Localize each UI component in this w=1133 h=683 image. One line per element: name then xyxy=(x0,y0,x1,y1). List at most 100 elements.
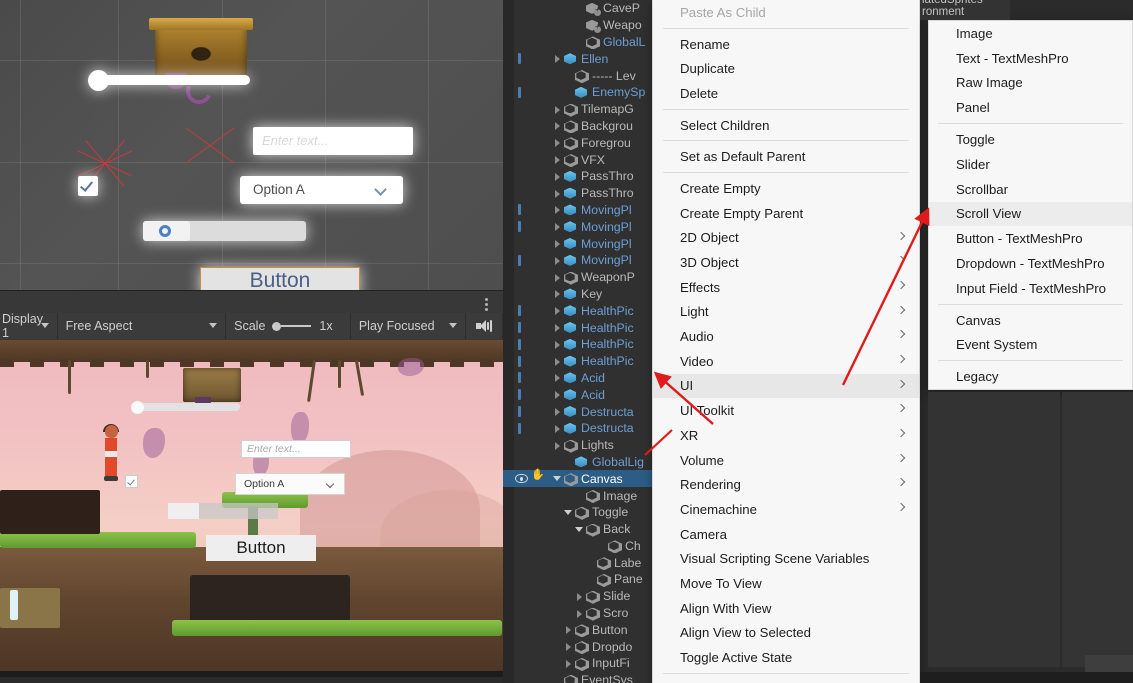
expand-arrow-icon[interactable] xyxy=(553,138,562,148)
hierarchy-row[interactable]: MovingPl xyxy=(503,235,660,252)
game-button[interactable]: Button xyxy=(206,535,316,561)
mute-audio-button[interactable] xyxy=(465,313,503,339)
expand-arrow-icon[interactable] xyxy=(564,625,573,635)
menu-item-align-view-to-selected[interactable]: Align View to Selected xyxy=(653,621,919,646)
hierarchy-row[interactable]: HealthPic xyxy=(503,353,660,370)
menu-item-rename[interactable]: Rename xyxy=(653,32,919,57)
play-mode-dropdown[interactable]: Play Focused xyxy=(350,313,466,339)
menu-item-video[interactable]: Video xyxy=(653,349,919,374)
hierarchy-row[interactable]: CaveP xyxy=(503,0,660,17)
expand-arrow-icon[interactable] xyxy=(553,54,562,64)
hierarchy-row[interactable]: HealthPic xyxy=(503,336,660,353)
hierarchy-row[interactable]: Destructa xyxy=(503,420,660,437)
expand-arrow-icon[interactable] xyxy=(553,289,562,299)
scrollbar-handle[interactable] xyxy=(168,503,199,519)
hierarchy-row[interactable]: Pane xyxy=(503,571,660,588)
menu-item-toggle-active-state[interactable]: Toggle Active State xyxy=(653,645,919,670)
expand-arrow-icon[interactable] xyxy=(553,424,562,433)
menu-item-light[interactable]: Light xyxy=(653,300,919,325)
menu-item-align-with-view[interactable]: Align With View xyxy=(653,596,919,621)
hierarchy-row[interactable]: Image xyxy=(503,487,660,504)
hierarchy-row[interactable]: Destructa xyxy=(503,403,660,420)
expand-arrow-icon[interactable] xyxy=(553,205,562,215)
game-dropdown[interactable]: Option A xyxy=(235,473,345,495)
expand-arrow-icon[interactable] xyxy=(553,474,562,483)
hierarchy-row[interactable]: MovingPl xyxy=(503,202,660,219)
hierarchy-row[interactable]: Lights xyxy=(503,437,660,454)
expand-arrow-icon[interactable] xyxy=(564,659,573,668)
menu-item-ui[interactable]: UI xyxy=(653,373,919,399)
hierarchy-row[interactable]: GlobalLig xyxy=(503,454,660,471)
game-scrollbar[interactable] xyxy=(168,503,278,519)
hierarchy-row[interactable]: Acid xyxy=(503,386,660,403)
menu-item-set-as-default-parent[interactable]: Set as Default Parent xyxy=(653,144,919,169)
hierarchy-row[interactable]: TilemapG xyxy=(503,101,660,118)
scene-toggle[interactable] xyxy=(78,176,98,196)
expand-arrow-icon[interactable] xyxy=(564,508,573,517)
ui-menu-item-legacy[interactable]: Legacy xyxy=(929,364,1132,389)
expand-arrow-icon[interactable] xyxy=(553,189,562,198)
expand-arrow-icon[interactable] xyxy=(553,390,562,400)
slider-handle[interactable] xyxy=(131,401,144,414)
ui-menu-item-toggle[interactable]: Toggle xyxy=(929,127,1132,152)
scene-input-field[interactable]: Enter text... xyxy=(253,127,413,155)
expand-arrow-icon[interactable] xyxy=(553,306,562,316)
expand-arrow-icon[interactable] xyxy=(553,373,562,383)
menu-item-effects[interactable]: Effects xyxy=(653,275,919,300)
scale-slider-handle[interactable] xyxy=(272,321,282,331)
hierarchy-row[interactable]: MovingPl xyxy=(503,252,660,269)
slider-handle[interactable] xyxy=(88,70,109,91)
hierarchy-row[interactable]: Foregrou xyxy=(503,134,660,151)
hierarchy-row[interactable]: HealthPic xyxy=(503,319,660,336)
ui-menu-item-text-textmeshpro[interactable]: Text - TextMeshPro xyxy=(929,46,1132,71)
expand-arrow-icon[interactable] xyxy=(553,121,562,131)
hierarchy-row[interactable]: InputFi xyxy=(503,655,660,672)
menu-item-move-to-view[interactable]: Move To View xyxy=(653,571,919,596)
menu-item-audio[interactable]: Audio xyxy=(653,324,919,349)
game-view[interactable]: Enter text... Option A Button xyxy=(0,340,503,677)
hierarchy-row[interactable]: EventSys xyxy=(503,672,660,683)
expand-arrow-icon[interactable] xyxy=(575,525,584,534)
ui-submenu[interactable]: Image Text - TextMeshPro Raw Image Panel Tog… xyxy=(928,20,1133,391)
menu-item-xr[interactable]: XR xyxy=(653,423,919,448)
ui-menu-item-image[interactable]: Image xyxy=(929,21,1132,46)
hierarchy-row[interactable]: VFX xyxy=(503,151,660,168)
hierarchy-row[interactable]: MovingPl xyxy=(503,218,660,235)
menu-item-ui-toolkit[interactable]: UI Toolkit xyxy=(653,398,919,423)
ui-menu-item-scroll-view[interactable]: Scroll View xyxy=(929,201,1132,227)
ui-menu-item-event-system[interactable]: Event System xyxy=(929,333,1132,358)
ui-menu-item-slider[interactable]: Slider xyxy=(929,152,1132,177)
hierarchy-row[interactable]: Acid xyxy=(503,370,660,387)
scene-scrollbar[interactable] xyxy=(143,221,306,241)
scale-slider-group[interactable]: Scale 1x xyxy=(226,313,351,339)
hierarchy-row[interactable]: Backgrou xyxy=(503,118,660,135)
ui-menu-item-panel[interactable]: Panel xyxy=(929,95,1132,120)
visibility-controls[interactable] xyxy=(515,468,545,484)
scene-dropdown[interactable]: Option A xyxy=(240,176,403,204)
scene-view[interactable]: Enter text... Option A Button xyxy=(0,0,503,290)
hierarchy-row[interactable]: Labe xyxy=(503,554,660,571)
expand-arrow-icon[interactable] xyxy=(553,323,562,333)
expand-arrow-icon[interactable] xyxy=(575,609,584,618)
hierarchy-row[interactable]: Ellen xyxy=(503,50,660,67)
hierarchy-row[interactable]: Toggle xyxy=(503,504,660,521)
menu-item-properties[interactable]: Properties xyxy=(653,677,919,683)
hand-icon[interactable] xyxy=(531,468,545,484)
hierarchy-row[interactable]: GlobalL xyxy=(503,34,660,51)
menu-item-create-empty[interactable]: Create Empty xyxy=(653,176,919,201)
hierarchy-row[interactable]: HealthPic xyxy=(503,302,660,319)
hierarchy-row[interactable]: PassThro xyxy=(503,185,660,202)
menu-item-select-children[interactable]: Select Children xyxy=(653,113,919,138)
hierarchy-row[interactable]: Scro xyxy=(503,605,660,622)
expand-arrow-icon[interactable] xyxy=(553,222,562,232)
scene-slider[interactable] xyxy=(88,70,250,91)
hierarchy-row[interactable]: Ch xyxy=(503,538,660,555)
expand-arrow-icon[interactable] xyxy=(553,340,562,349)
ui-menu-item-dropdown-textmeshpro[interactable]: Dropdown - TextMeshPro xyxy=(929,251,1132,276)
menu-item-rendering[interactable]: Rendering xyxy=(653,472,919,497)
display-dropdown[interactable]: Display 1 xyxy=(0,312,58,340)
ui-menu-item-scrollbar[interactable]: Scrollbar xyxy=(929,177,1132,202)
expand-arrow-icon[interactable] xyxy=(553,441,562,450)
aspect-dropdown[interactable]: Free Aspect xyxy=(57,313,227,339)
expand-arrow-icon[interactable] xyxy=(553,256,562,265)
